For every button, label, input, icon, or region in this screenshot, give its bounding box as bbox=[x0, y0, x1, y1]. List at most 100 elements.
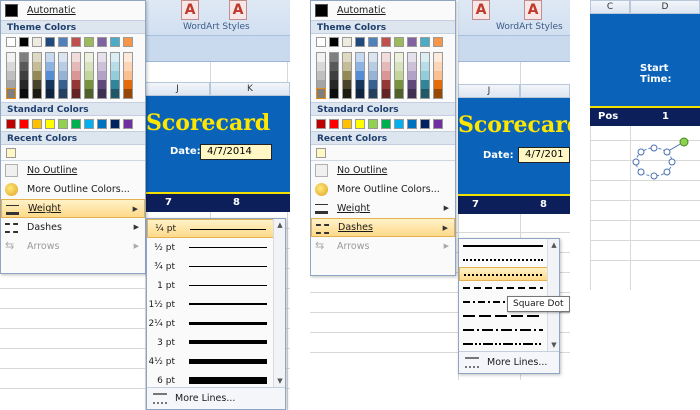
wordart-style-b[interactable]: A bbox=[524, 0, 542, 20]
dash-sample bbox=[463, 245, 543, 247]
scorecard-title: Scorecard bbox=[458, 112, 570, 138]
resize-handle[interactable] bbox=[650, 144, 658, 152]
recent-swatch[interactable] bbox=[316, 148, 326, 158]
wordart-style-a[interactable]: A bbox=[181, 0, 199, 20]
dashes-menu-item[interactable]: Dashes ▶ bbox=[1, 218, 145, 237]
theme-swatch-5[interactable] bbox=[71, 37, 81, 47]
dash-sample bbox=[464, 274, 542, 276]
weight-menu-item[interactable]: Weight ▶ bbox=[1, 199, 145, 218]
weight-line-sample bbox=[189, 285, 267, 286]
weight-option-3[interactable]: 1 pt bbox=[147, 276, 285, 295]
column-header-k[interactable]: K bbox=[210, 82, 290, 96]
submenu-arrow-icon: ▶ bbox=[132, 205, 138, 213]
band-value-8: 8 bbox=[233, 197, 240, 208]
scroll-down-icon[interactable]: ▼ bbox=[548, 339, 560, 351]
scroll-up-icon[interactable]: ▲ bbox=[548, 239, 560, 251]
theme-swatch-1[interactable] bbox=[19, 37, 29, 47]
position-header-row: Pos 1 bbox=[590, 108, 700, 126]
automatic-color-item[interactable]: Automatic bbox=[1, 1, 145, 20]
more-outline-colors-item[interactable]: More Outline Colors... bbox=[1, 180, 145, 199]
theme-swatch-2[interactable] bbox=[32, 37, 42, 47]
dash-option-solid[interactable] bbox=[459, 239, 559, 253]
no-outline-item[interactable]: No Outline bbox=[1, 161, 145, 180]
dash-option-long-dash-dot[interactable] bbox=[459, 323, 559, 337]
color-palette-icon bbox=[315, 183, 328, 196]
ribbon: A A WordArt Styles bbox=[458, 0, 570, 62]
selected-ellipse-shape[interactable] bbox=[630, 136, 700, 192]
theme-colors-heading: Theme Colors bbox=[1, 20, 145, 34]
automatic-color-item[interactable]: Automatic bbox=[311, 1, 455, 20]
dash-option-long-dash-dot-dot[interactable] bbox=[459, 337, 559, 351]
outline-color-menu: Automatic Theme Colors Standard Colors R… bbox=[310, 0, 456, 276]
theme-swatch-4[interactable] bbox=[58, 37, 68, 47]
screenshot-dashes-menu: A A WordArt Styles J Scorecard Date: 4/7… bbox=[310, 0, 570, 380]
column-header-j[interactable]: J bbox=[458, 84, 520, 98]
weight-option-5[interactable]: 2¼ pt bbox=[147, 314, 285, 333]
date-field[interactable]: 4/7/2014 bbox=[200, 144, 272, 160]
date-label: Date: bbox=[483, 150, 514, 161]
no-outline-icon bbox=[5, 164, 18, 177]
band-value-7: 7 bbox=[165, 197, 172, 208]
column-header-d[interactable]: D bbox=[630, 0, 700, 14]
weight-menu-item[interactable]: Weight ▶ bbox=[311, 199, 455, 218]
arrows-icon: ⇆ bbox=[315, 239, 325, 252]
score-header-row: 7 8 bbox=[458, 196, 570, 214]
resize-handle[interactable] bbox=[637, 148, 645, 156]
color-palette-icon bbox=[5, 183, 18, 196]
no-outline-icon bbox=[315, 164, 328, 177]
weight-option-7[interactable]: 4½ pt bbox=[147, 352, 285, 371]
theme-swatch-7[interactable] bbox=[97, 37, 107, 47]
theme-swatch-9[interactable] bbox=[123, 37, 133, 47]
theme-swatch-8[interactable] bbox=[110, 37, 120, 47]
dashes-submenu-scrollbar[interactable]: ▲ ▼ bbox=[547, 239, 559, 351]
column-header-c[interactable]: C bbox=[590, 0, 630, 14]
no-outline-item[interactable]: No Outline bbox=[311, 161, 455, 180]
arrows-menu-item[interactable]: ⇆ Arrows ▶ bbox=[311, 237, 455, 256]
more-lines-item[interactable]: More Lines... bbox=[459, 351, 559, 373]
scroll-down-icon[interactable]: ▼ bbox=[274, 375, 286, 387]
recent-swatch[interactable] bbox=[6, 148, 16, 158]
theme-colors-heading: Theme Colors bbox=[311, 20, 455, 34]
weight-option-0[interactable]: ¼ pt bbox=[147, 219, 285, 238]
resize-handle[interactable] bbox=[650, 172, 658, 180]
recent-color-row bbox=[311, 145, 455, 160]
dash-sample bbox=[463, 287, 543, 289]
weight-option-2[interactable]: ¾ pt bbox=[147, 257, 285, 276]
weight-line-sample bbox=[189, 266, 267, 267]
wordart-style-a[interactable]: A bbox=[472, 0, 490, 20]
dashes-menu-item[interactable]: Dashes ▶ bbox=[311, 218, 455, 237]
weight-submenu: ¼ pt ½ pt ¾ pt 1 pt 1½ pt 2¼ pt 3 pt 4½ … bbox=[146, 218, 286, 410]
resize-handle[interactable] bbox=[663, 168, 671, 176]
ribbon: A A WordArt Styles bbox=[145, 0, 290, 62]
theme-swatch-0[interactable] bbox=[6, 37, 16, 47]
ribbon-group-label: WordArt Styles bbox=[496, 22, 563, 32]
weight-option-4[interactable]: 1½ pt bbox=[147, 295, 285, 314]
resize-handle[interactable] bbox=[668, 158, 676, 166]
dash-option-dash[interactable] bbox=[459, 281, 559, 295]
submenu-arrow-icon: ▶ bbox=[443, 242, 449, 250]
resize-handle[interactable] bbox=[632, 158, 640, 166]
wordart-style-b[interactable]: A bbox=[229, 0, 247, 20]
pos-label: Pos bbox=[598, 111, 619, 122]
weight-submenu-scrollbar[interactable]: ▲ ▼ bbox=[273, 219, 285, 387]
scorecard-title: Scorecard bbox=[146, 110, 271, 136]
line-weight-icon bbox=[6, 205, 19, 215]
weight-option-1[interactable]: ½ pt bbox=[147, 238, 285, 257]
rotation-handle[interactable] bbox=[679, 137, 689, 147]
column-header-j[interactable]: J bbox=[145, 82, 210, 96]
more-lines-item[interactable]: More Lines... bbox=[147, 387, 285, 409]
more-outline-colors-item[interactable]: More Outline Colors... bbox=[311, 180, 455, 199]
dash-option-square-dot[interactable] bbox=[459, 267, 559, 281]
ribbon-group-label: WordArt Styles bbox=[183, 22, 250, 32]
resize-handle[interactable] bbox=[663, 148, 671, 156]
theme-swatch-3[interactable] bbox=[45, 37, 55, 47]
submenu-arrow-icon: ▶ bbox=[133, 242, 139, 250]
resize-handle[interactable] bbox=[637, 168, 645, 176]
dash-option-round-dot[interactable] bbox=[459, 253, 559, 267]
column-header-k[interactable] bbox=[520, 84, 570, 98]
date-field[interactable]: 4/7/201 bbox=[518, 147, 570, 163]
weight-option-6[interactable]: 3 pt bbox=[147, 333, 285, 352]
theme-swatch-6[interactable] bbox=[84, 37, 94, 47]
scroll-up-icon[interactable]: ▲ bbox=[274, 219, 286, 231]
arrows-menu-item[interactable]: ⇆ Arrows ▶ bbox=[1, 237, 145, 256]
